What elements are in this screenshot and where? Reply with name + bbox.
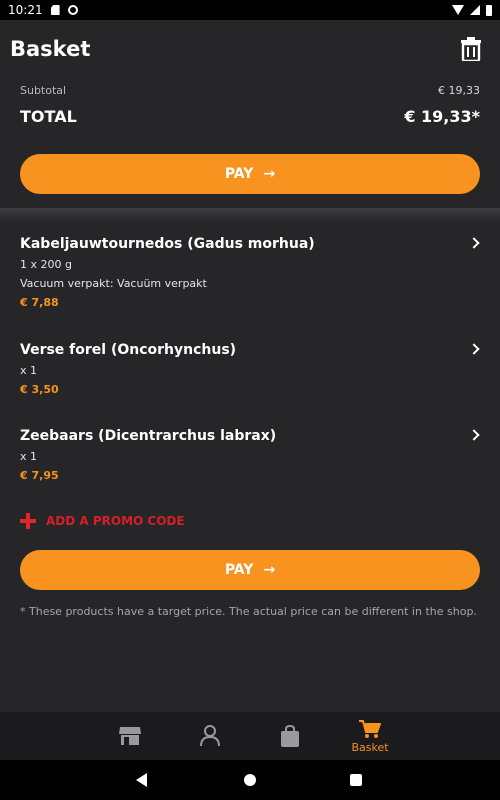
- wifi-icon: [452, 5, 464, 15]
- subtotal-label: Subtotal: [20, 84, 67, 97]
- item-option: Vacuum verpakt: Vacuüm verpakt: [20, 277, 207, 290]
- header-divider: [0, 208, 500, 222]
- bottom-nav: Basket: [0, 712, 500, 760]
- nav-basket[interactable]: Basket: [330, 712, 410, 760]
- total-label: TOTAL: [20, 107, 77, 126]
- item-price: € 7,95: [20, 469, 59, 482]
- basket-item[interactable]: Verse forel (Oncorhynchus) x 1 € 3,50: [20, 342, 482, 396]
- sync-icon: [67, 5, 78, 15]
- arrow-right-icon: →: [263, 166, 276, 182]
- total-value: € 19,33*: [404, 107, 480, 126]
- subtotal-value: € 19,33: [438, 84, 480, 97]
- bag-icon: [281, 725, 299, 747]
- battery-icon: [486, 4, 492, 16]
- item-name: Verse forel (Oncorhynchus): [20, 342, 237, 358]
- item-name: Kabeljauwtournedos (Gadus morhua): [20, 236, 315, 252]
- pay-button-bottom[interactable]: PAY →: [20, 550, 480, 590]
- item-quantity: x 1: [20, 364, 38, 377]
- user-icon: [200, 725, 220, 747]
- item-price: € 7,88: [20, 296, 59, 309]
- promo-label: ADD A PROMO CODE: [46, 514, 185, 528]
- home-icon[interactable]: [244, 774, 256, 786]
- arrow-right-icon: →: [263, 562, 276, 578]
- nav-shop[interactable]: [90, 712, 170, 760]
- status-time: 10:21: [8, 3, 43, 17]
- add-promo-code-button[interactable]: ADD A PROMO CODE: [20, 513, 185, 529]
- item-name: Zeebaars (Dicentrarchus labrax): [20, 428, 277, 444]
- item-price: € 3,50: [20, 383, 59, 396]
- signal-icon: [470, 5, 480, 15]
- android-nav-bar: [0, 760, 500, 800]
- pay-button-label: PAY: [224, 562, 254, 578]
- pay-button-top[interactable]: PAY →: [20, 154, 480, 194]
- item-quantity: x 1: [20, 450, 38, 463]
- status-bar: 10:21: [0, 0, 500, 20]
- back-icon[interactable]: [136, 773, 147, 787]
- nav-account[interactable]: [170, 712, 250, 760]
- trash-icon[interactable]: [460, 37, 482, 61]
- recent-apps-icon[interactable]: [350, 774, 362, 786]
- target-price-footnote: * These products have a target price. Th…: [20, 605, 477, 618]
- sd-card-icon: [50, 5, 60, 15]
- pay-button-label: PAY: [224, 166, 254, 182]
- nav-basket-label: Basket: [351, 740, 389, 754]
- plus-icon: [20, 513, 36, 529]
- item-quantity: 1 x 200 g: [20, 258, 72, 271]
- nav-orders[interactable]: [250, 712, 330, 760]
- basket-item[interactable]: Zeebaars (Dicentrarchus labrax) x 1 € 7,…: [20, 428, 482, 482]
- cart-icon: [359, 719, 381, 738]
- store-icon: [119, 727, 141, 745]
- page-title: Basket: [10, 37, 91, 61]
- basket-item[interactable]: Kabeljauwtournedos (Gadus morhua) 1 x 20…: [20, 236, 482, 309]
